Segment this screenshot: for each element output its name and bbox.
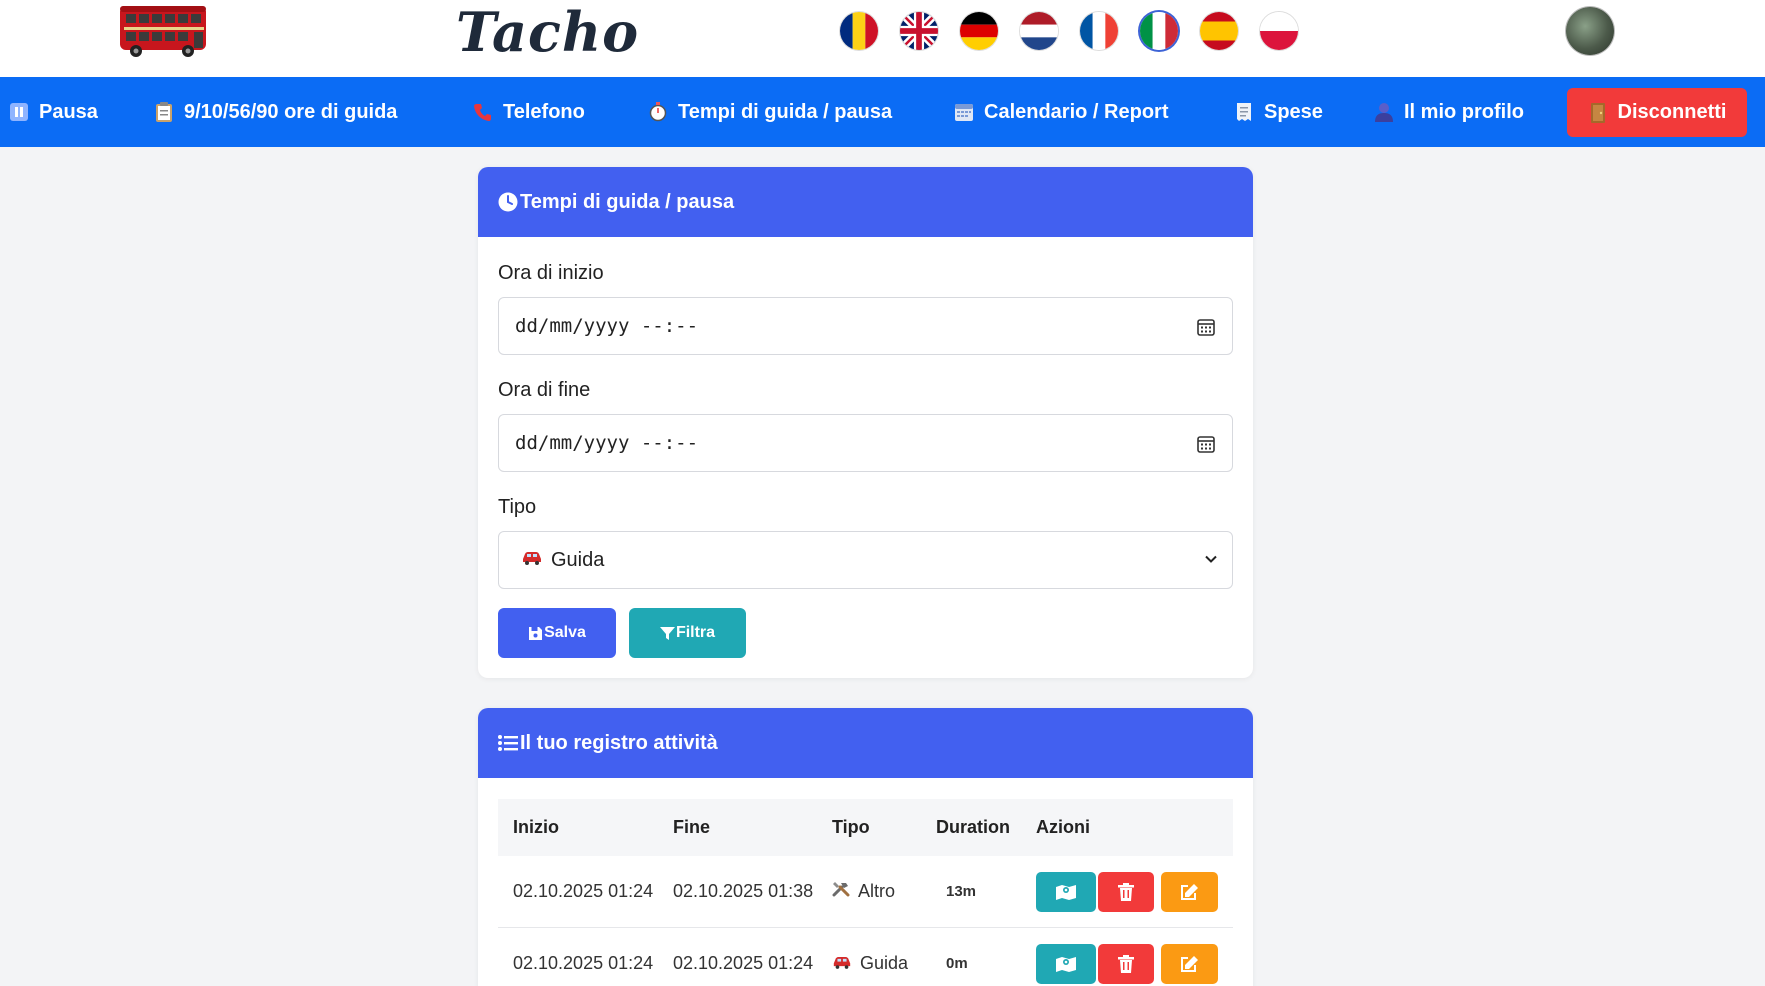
nav-label: Calendario / Report	[984, 100, 1169, 123]
row-type-label: Altro	[858, 881, 896, 901]
top-bar: Tacho	[0, 0, 1765, 77]
car-icon	[832, 956, 852, 973]
card-header: Tempi di guida / pausa	[478, 167, 1253, 237]
row-end: 02.10.2025 01:38	[673, 881, 814, 901]
row-duration: 0m	[946, 955, 968, 972]
user-icon	[1374, 102, 1394, 122]
row-type: Guida	[832, 953, 908, 974]
start-time-placeholder: dd/mm/yyyy --:--	[515, 315, 699, 337]
door-icon	[1588, 102, 1608, 123]
floppy-disk-icon	[528, 626, 543, 641]
end-time-placeholder: dd/mm/yyyy --:--	[515, 432, 699, 454]
card-title: Il tuo registro attività	[520, 731, 718, 754]
nav-label: Il mio profilo	[1404, 100, 1524, 123]
type-selected-value: Guida	[551, 548, 605, 571]
col-fine: Fine	[673, 817, 711, 837]
calendar-picker-icon[interactable]	[1196, 434, 1216, 454]
type-select[interactable]: Guida	[498, 531, 1233, 589]
nav-label: Tempi di guida / pausa	[678, 100, 893, 123]
nav-item-telefono[interactable]: Telefono	[473, 77, 585, 147]
table-header: Inizio Fine Tipo Duration Azioni	[498, 799, 1233, 856]
row-type-label: Guida	[860, 953, 909, 973]
nav-label: 9/10/56/90 ore di guida	[184, 100, 398, 123]
row-end: 02.10.2025 01:24	[673, 953, 814, 973]
map-button[interactable]	[1036, 943, 1096, 984]
save-label: Salva	[544, 624, 586, 641]
calendar-picker-icon[interactable]	[1196, 317, 1216, 337]
trash-icon	[1118, 882, 1134, 901]
france-flag-icon[interactable]	[1080, 12, 1118, 50]
car-icon	[521, 551, 543, 569]
nav-item-spese[interactable]: Spese	[1234, 77, 1323, 147]
nav-label: Pausa	[39, 100, 98, 123]
nav-label: Spese	[1264, 100, 1323, 123]
row-duration: 13m	[946, 883, 977, 900]
filter-button[interactable]: Filtra	[629, 608, 746, 658]
row-start: 02.10.2025 01:24	[513, 881, 654, 901]
stopwatch-icon	[648, 102, 668, 122]
edit-button[interactable]	[1161, 871, 1218, 912]
main-navbar: Pausa 9/10/56/90 ore di guida Telefono T…	[0, 77, 1765, 147]
edit-button[interactable]	[1161, 943, 1218, 984]
map-icon	[1056, 956, 1076, 972]
nav-label: Telefono	[503, 100, 585, 123]
nav-item-tempi-guida[interactable]: Tempi di guida / pausa	[648, 77, 892, 147]
start-time-label: Ora di inizio	[498, 262, 604, 284]
receipt-icon	[1234, 102, 1254, 122]
filter-label: Filtra	[675, 624, 716, 641]
edit-icon	[1181, 883, 1198, 900]
save-button[interactable]: Salva	[498, 608, 616, 658]
table-row: 02.10.2025 01:24 02.10.2025 01:38 Altro …	[498, 856, 1233, 928]
delete-button[interactable]	[1098, 943, 1154, 984]
end-time-label: Ora di fine	[498, 379, 591, 401]
bus-logo-icon[interactable]	[116, 2, 209, 58]
uk-flag-icon[interactable]	[900, 12, 938, 50]
card-title: Tempi di guida / pausa	[520, 190, 735, 213]
logout-button[interactable]: Disconnetti	[1567, 88, 1747, 137]
card-header: Il tuo registro attività	[478, 708, 1253, 778]
nav-item-ore-di-guida[interactable]: 9/10/56/90 ore di guida	[154, 77, 397, 147]
user-avatar[interactable]	[1566, 7, 1614, 55]
end-time-input[interactable]: dd/mm/yyyy --:--	[498, 414, 1233, 472]
map-button[interactable]	[1036, 871, 1096, 912]
logout-label: Disconnetti	[1617, 101, 1727, 123]
activity-table: Inizio Fine Tipo Duration Azioni 02.10.2…	[498, 799, 1233, 986]
brand-title[interactable]: Tacho	[456, 0, 639, 64]
activity-log-card: Il tuo registro attività Inizio Fine Tip…	[478, 708, 1253, 986]
map-icon	[1056, 884, 1076, 900]
start-time-input[interactable]: dd/mm/yyyy --:--	[498, 297, 1233, 355]
col-azioni: Azioni	[1036, 817, 1090, 837]
clock-icon	[498, 192, 518, 212]
nav-item-profilo[interactable]: Il mio profilo	[1374, 77, 1524, 147]
filter-icon	[659, 626, 675, 641]
delete-button[interactable]	[1098, 871, 1154, 912]
table-row: 02.10.2025 01:24 02.10.2025 01:24 Guida …	[498, 928, 1233, 986]
list-icon	[498, 733, 518, 753]
nav-item-calendario[interactable]: Calendario / Report	[954, 77, 1168, 147]
spain-flag-icon[interactable]	[1200, 12, 1238, 50]
pause-icon	[9, 102, 29, 122]
type-label: Tipo	[498, 496, 537, 518]
chevron-down-icon	[1205, 555, 1217, 563]
tools-icon	[832, 881, 850, 901]
germany-flag-icon[interactable]	[960, 12, 998, 50]
driving-times-card: Tempi di guida / pausa Ora di inizio dd/…	[478, 167, 1253, 678]
row-start: 02.10.2025 01:24	[513, 953, 654, 973]
language-switcher	[840, 12, 1298, 50]
netherlands-flag-icon[interactable]	[1020, 12, 1058, 50]
trash-icon	[1118, 954, 1134, 973]
poland-flag-icon[interactable]	[1260, 12, 1298, 50]
edit-icon	[1181, 955, 1198, 972]
row-type: Altro	[832, 881, 895, 902]
phone-icon	[473, 102, 493, 122]
col-tipo: Tipo	[832, 817, 870, 837]
romania-flag-icon[interactable]	[840, 12, 878, 50]
calendar-icon	[954, 102, 974, 122]
italy-flag-icon[interactable]	[1140, 12, 1178, 50]
col-duration: Duration	[936, 817, 1010, 837]
nav-item-pausa[interactable]: Pausa	[9, 77, 98, 147]
clipboard-icon	[154, 102, 174, 122]
col-inizio: Inizio	[513, 817, 559, 837]
